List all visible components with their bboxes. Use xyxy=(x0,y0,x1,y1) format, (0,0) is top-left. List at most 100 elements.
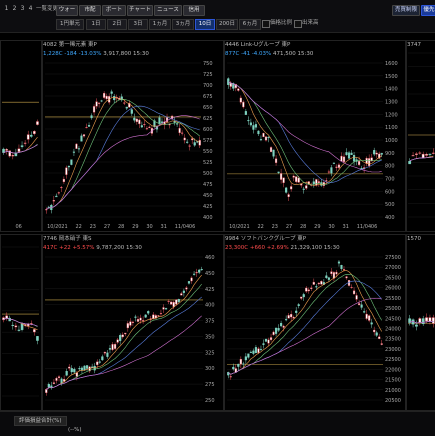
y-tick-label: 475 xyxy=(203,182,213,188)
candle-body xyxy=(244,356,247,361)
tf-unit[interactable]: 1円単元 xyxy=(56,19,84,30)
page-nav-3[interactable]: 3 xyxy=(19,5,26,13)
x-tick-label: 23 xyxy=(272,224,278,230)
tf-200d[interactable]: 200日 xyxy=(216,19,238,30)
y-tick-label: 750 xyxy=(203,61,213,67)
tf-3d[interactable]: 3日 xyxy=(128,19,148,30)
y-tick-label: 400 xyxy=(203,215,213,221)
watch-button[interactable]: ウォー xyxy=(56,5,78,16)
candle-body xyxy=(352,290,356,295)
candle-body xyxy=(87,125,91,127)
candle-body xyxy=(325,275,328,279)
chart-panel-5[interactable]: 7746 岡本硝子 東S 417C +22 +5.57% 9,787,200 1… xyxy=(42,234,224,411)
y-tick-label: 20500 xyxy=(385,398,401,404)
candle-body xyxy=(23,142,27,144)
candle-body xyxy=(431,152,435,154)
margin-button[interactable]: 信用 xyxy=(183,5,205,16)
chart-panel-6[interactable]: 9984 ソフトバンクグループ 東P 23,300C +660 +2.69% 2… xyxy=(224,234,406,411)
candle-body xyxy=(8,317,11,322)
candle-body xyxy=(75,143,78,149)
candle-body xyxy=(302,188,305,190)
candle-body xyxy=(375,152,378,155)
y-tick-label: 1600 xyxy=(385,61,398,67)
x-tick-label: 31 xyxy=(161,224,167,230)
chart-button[interactable]: チャート xyxy=(127,5,153,16)
candle-body xyxy=(269,147,273,153)
volume-checkbox[interactable] xyxy=(294,20,302,28)
candle-body xyxy=(242,101,245,108)
x-tick-label: 29 xyxy=(314,224,320,230)
tf-2d[interactable]: 2日 xyxy=(107,19,127,30)
y-tick-label: 425 xyxy=(203,204,213,210)
tf-6m[interactable]: 6ヵ月 xyxy=(239,19,261,30)
chart-panel-7[interactable]: 1570 xyxy=(406,234,435,411)
candle-body xyxy=(145,128,148,130)
page-nav-4[interactable]: 4 xyxy=(27,5,34,13)
chart-panel-4[interactable]: 540520500480460440420400 xyxy=(0,234,42,411)
chart-panel-3[interactable]: 3747 14501400135013001250120011501100105… xyxy=(406,40,435,232)
candle-body xyxy=(136,319,140,322)
moving-average-line xyxy=(46,115,200,210)
chart-canvas-2: 1600 1500 1400 1300 1200 1100 1000 900 800 700 600… xyxy=(227,61,398,230)
priority-button[interactable]: 優先 xyxy=(421,5,435,16)
candle-body xyxy=(252,125,255,130)
candle-body xyxy=(368,158,371,167)
candle-body xyxy=(129,321,132,326)
candle-body xyxy=(106,352,109,357)
candle-body xyxy=(368,315,371,321)
candle-body xyxy=(125,106,128,109)
candle-body xyxy=(290,313,293,318)
tf-1d[interactable]: 1日 xyxy=(86,19,106,30)
candle-body xyxy=(142,320,145,322)
candle-body xyxy=(425,153,428,156)
price-ratio-checkbox[interactable] xyxy=(262,20,270,28)
pnl-tab[interactable]: 評価損益合計(%) xyxy=(14,416,67,426)
price-ratio-label: 価格比例 xyxy=(270,20,293,26)
candle-body xyxy=(287,194,290,197)
candle-body xyxy=(380,343,383,345)
candle-body xyxy=(337,164,341,168)
candle-body xyxy=(133,117,136,121)
candle-body xyxy=(358,160,361,166)
candle-body xyxy=(148,126,151,129)
x-tick-label: 29 xyxy=(132,224,138,230)
candle-body xyxy=(330,167,333,174)
y-tick-label: 525 xyxy=(203,160,213,166)
x-tick-label: 27 xyxy=(286,224,292,230)
y-tick-label: 1300 xyxy=(385,100,398,106)
candle-body xyxy=(17,148,21,152)
tf-3m[interactable]: 3ヵ月 xyxy=(172,19,194,30)
y-tick-label: 23000 xyxy=(385,347,401,353)
candle-body xyxy=(85,127,88,129)
x-tick-label: 06 xyxy=(189,224,195,230)
candle-body xyxy=(130,109,133,114)
candle-body xyxy=(139,317,142,321)
candle-body xyxy=(119,335,122,341)
chart-canvas-0: 06 xyxy=(2,101,39,230)
news-button[interactable]: ニュース xyxy=(154,5,182,16)
candle-body xyxy=(98,361,101,363)
x-tick-label: 30 xyxy=(146,224,152,230)
candle-body xyxy=(365,313,368,319)
candle-body xyxy=(237,88,240,91)
candle-body xyxy=(282,325,285,328)
tf-10d[interactable]: 10日 xyxy=(195,19,215,30)
y-tick-label: 25000 xyxy=(385,306,401,312)
page-nav-1[interactable]: 1 xyxy=(3,5,10,13)
board-button[interactable]: ボート xyxy=(102,5,126,16)
candle-body xyxy=(172,302,175,307)
candle-body xyxy=(178,128,181,133)
chart-panel-0[interactable]: 06 xyxy=(0,40,42,232)
candle-body xyxy=(305,287,308,292)
trade-limit-button[interactable]: 売買制限 xyxy=(392,5,420,16)
market-button[interactable]: 市配 xyxy=(79,5,101,16)
chart-panel-2[interactable]: 4446 Link-Uグループ 東P 877C -41 -4.03% 471,5… xyxy=(224,40,406,232)
y-tick-label: 400 xyxy=(205,303,215,309)
candle-body xyxy=(192,273,196,275)
tf-1m[interactable]: 1ヵ月 xyxy=(149,19,171,30)
page-nav-2[interactable]: 2 xyxy=(11,5,18,13)
y-tick-label: 250 xyxy=(205,398,215,404)
chart-panel-1[interactable]: 4082 第一稀元素 東P 1,228C -184 -13.03% 3,917,… xyxy=(42,40,224,232)
candle-body xyxy=(232,366,235,370)
candle-body xyxy=(182,290,185,293)
